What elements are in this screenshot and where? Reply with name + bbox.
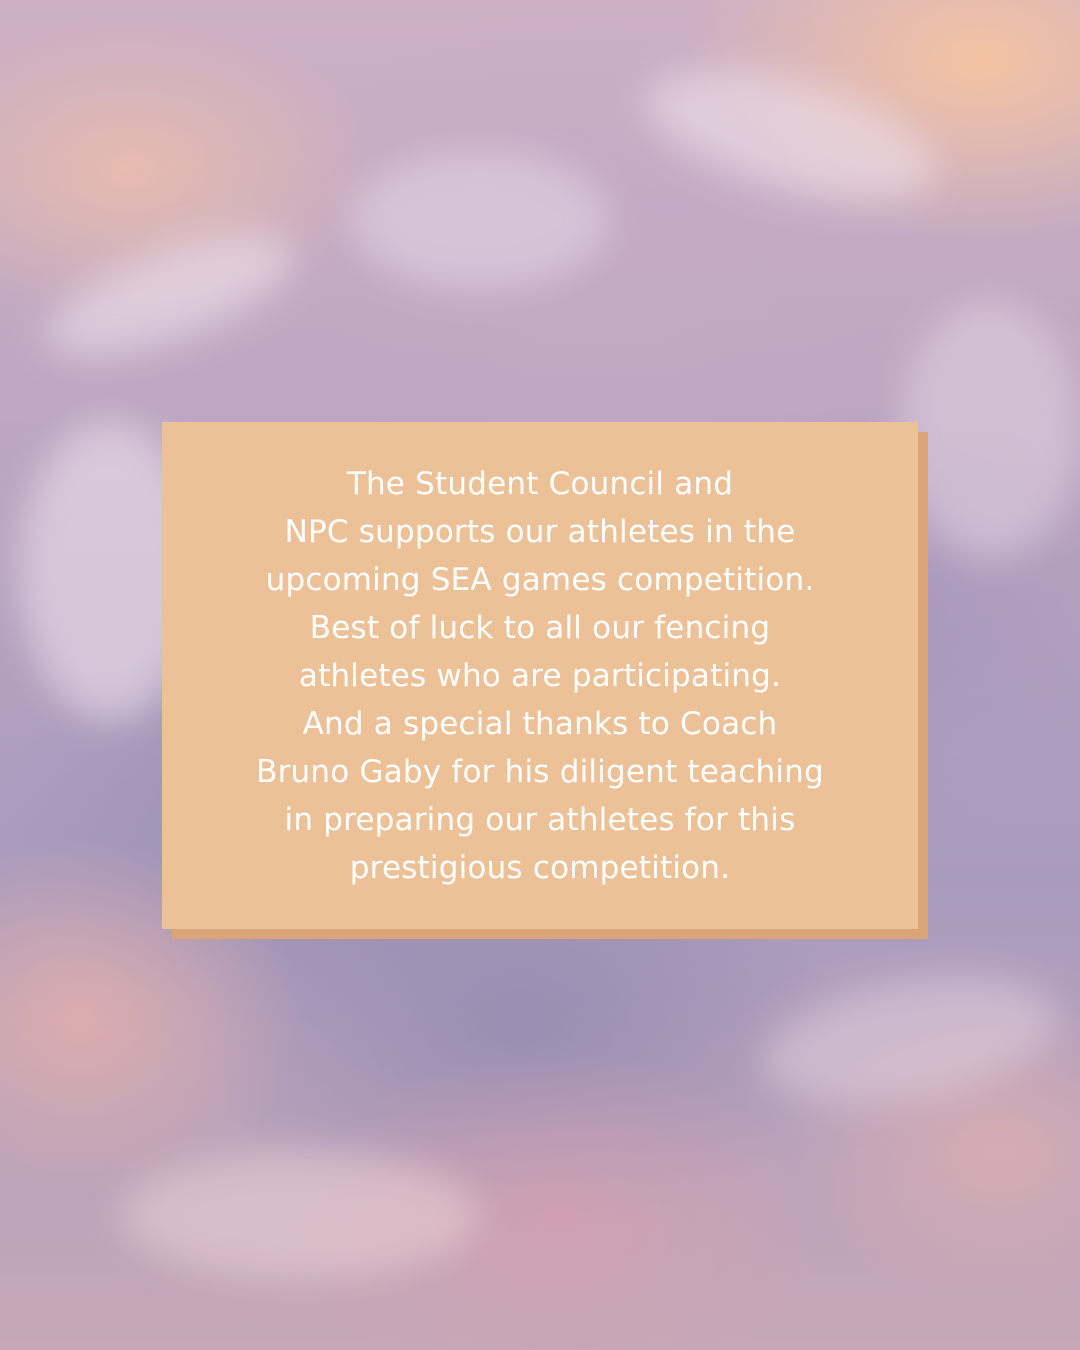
post-background: The Student Council and NPC supports our… [0,0,1080,1350]
message-line: And a special thanks to Coach [302,705,778,742]
message-line: upcoming SEA games competition. [265,561,815,598]
message-text: The Student Council and NPC supports our… [256,460,824,892]
cloud-wisp [32,208,308,382]
cloud-wisp [120,1150,480,1280]
message-line: Best of luck to all our fencing [309,609,771,646]
message-line: Bruno Gaby for his diligent teaching [256,753,824,790]
message-line: athletes who are participating. [298,657,782,694]
cloud-wisp [350,150,610,290]
message-line: prestigious competition. [349,849,731,886]
cloud-wisp [630,43,950,227]
message-line: in preparing our athletes for this [284,801,796,838]
message-line: NPC supports our athletes in the [284,513,796,550]
message-line: The Student Council and [346,465,734,502]
cloud-wisp [751,954,1069,1126]
message-card: The Student Council and NPC supports our… [162,422,918,929]
